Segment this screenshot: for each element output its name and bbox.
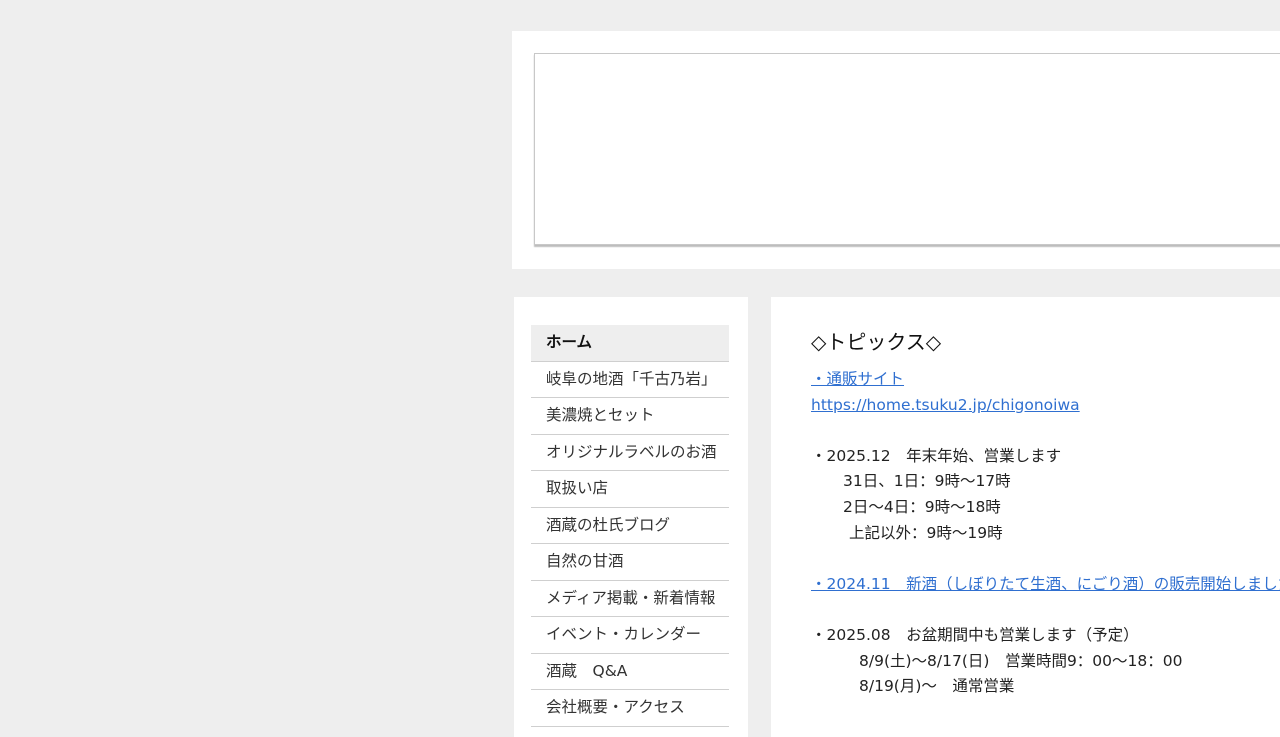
sidebar-item-original-label[interactable]: オリジナルラベルのお酒 — [531, 435, 729, 471]
topics-section: ◇トピックス◇ ・通販サイト https://home.tsuku2.jp/ch… — [811, 325, 1280, 700]
sidebar-item-home[interactable]: ホーム — [531, 325, 729, 362]
shop-url-link[interactable]: https://home.tsuku2.jp/chigonoiwa — [811, 396, 1080, 414]
header-banner-frame — [534, 53, 1280, 245]
news-heading: ・2025.08 お盆期間中も営業します（予定） — [811, 625, 1139, 644]
sidebar-item-company-access[interactable]: 会社概要・アクセス — [531, 690, 729, 727]
sidebar-item-retailers[interactable]: 取扱い店 — [531, 471, 729, 508]
news-detail: 8/9(土)〜8/17(日) 営業時間9：00〜18：00 — [859, 651, 1183, 670]
sidebar-item-mino-ware-set[interactable]: 美濃焼とセット — [531, 398, 729, 435]
sidebar-item-events[interactable]: イベント・カレンダー — [531, 617, 729, 654]
sidebar-item-local-sake[interactable]: 岐阜の地酒「千古乃岩」 — [531, 362, 729, 398]
news-detail: 31日、1日：9時〜17時 — [843, 472, 1011, 491]
news-detail: 上記以外：9時〜19時 — [849, 523, 1003, 542]
shop-link[interactable]: ・通販サイト — [811, 370, 904, 388]
news-heading: ・2025.12 年末年始、営業します — [811, 446, 1062, 465]
sidebar-item-brewer-blog[interactable]: 酒蔵の杜氏ブログ — [531, 508, 729, 544]
news-detail: 8/19(月)〜 通常営業 — [859, 677, 1015, 696]
sidebar-nav: ホーム 岐阜の地酒「千古乃岩」 美濃焼とセット オリジナルラベルのお酒 取扱い店… — [531, 325, 729, 727]
sidebar-item-amazake[interactable]: 自然の甘酒 — [531, 544, 729, 581]
sidebar-item-media-news[interactable]: メディア掲載・新着情報 — [531, 581, 729, 617]
news-detail: 2日〜4日：9時〜18時 — [843, 497, 1001, 516]
topics-title: ◇トピックス◇ — [811, 330, 942, 354]
sidebar-item-qa[interactable]: 酒蔵 Q&A — [531, 654, 729, 690]
new-sake-news-link[interactable]: ・2024.11 新酒（しぼりたて生酒、にごり酒）の販売開始しました — [811, 575, 1280, 593]
